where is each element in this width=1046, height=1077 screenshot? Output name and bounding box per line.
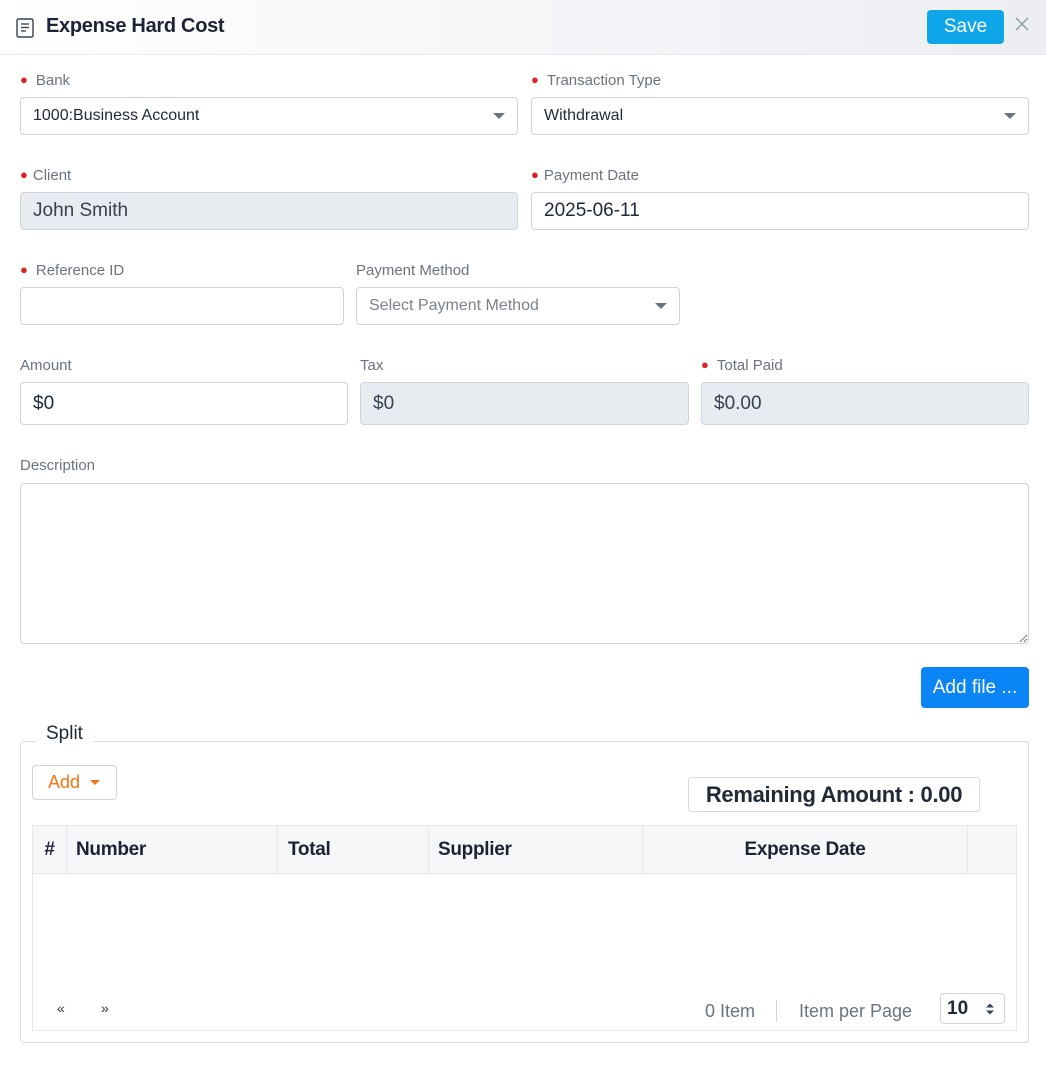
- amount-input[interactable]: $0: [20, 382, 348, 425]
- column-header-total[interactable]: Total: [278, 826, 429, 874]
- required-dot: ●: [701, 357, 709, 372]
- items-per-page-value: 10: [947, 997, 969, 1019]
- add-split-label: Add: [48, 772, 81, 792]
- reference-id-input[interactable]: [20, 287, 344, 325]
- chevron-down-icon: [493, 113, 505, 119]
- bank-label: ● Bank: [20, 72, 71, 89]
- column-header-supplier[interactable]: Supplier: [429, 826, 643, 874]
- items-per-page-label: Item per Page: [799, 1001, 913, 1021]
- pager-next[interactable]: »: [101, 1000, 109, 1016]
- bank-select[interactable]: 1000:Business Account: [20, 97, 518, 135]
- dialog-title: Expense Hard Cost: [46, 15, 225, 37]
- split-legend: Split: [36, 723, 93, 745]
- document-icon: [16, 18, 34, 38]
- split-table-header: # Number Total Supplier Expense Date: [33, 826, 1016, 874]
- total-paid-value: $0.00: [714, 392, 762, 414]
- column-header-index[interactable]: #: [33, 826, 67, 874]
- add-file-button[interactable]: Add file ...: [921, 667, 1029, 708]
- required-dot: ●: [531, 72, 539, 87]
- client-value: John Smith: [33, 200, 129, 221]
- transaction-type-select[interactable]: Withdrawal: [531, 97, 1029, 135]
- pager-prev[interactable]: «: [57, 1000, 65, 1016]
- total-paid-field: $0.00: [701, 382, 1029, 425]
- save-button[interactable]: Save: [927, 10, 1004, 44]
- transaction-type-label: ● Transaction Type: [531, 72, 662, 89]
- close-icon[interactable]: [1014, 16, 1030, 32]
- column-header-number[interactable]: Number: [67, 826, 278, 874]
- item-count: 0 Item: [705, 1001, 756, 1021]
- caret-down-icon: [90, 780, 101, 785]
- payment-date-label: ● Payment Date: [531, 167, 639, 184]
- tax-label: Tax: [360, 357, 384, 374]
- payment-method-label: Payment Method: [356, 262, 470, 279]
- payment-method-placeholder: Select Payment Method: [369, 297, 539, 314]
- description-textarea[interactable]: [20, 483, 1029, 644]
- required-dot: ●: [531, 167, 539, 182]
- remaining-amount: Remaining Amount : 0.00: [688, 777, 980, 812]
- payment-date-input[interactable]: 2025-06-11: [531, 192, 1029, 230]
- amount-value: $0: [33, 392, 55, 414]
- required-dot: ●: [20, 167, 28, 182]
- tax-field: $0: [360, 382, 689, 425]
- required-dot: ●: [20, 262, 28, 277]
- add-split-dropdown-button[interactable]: Add: [32, 765, 117, 800]
- payment-method-select[interactable]: Select Payment Method: [356, 287, 680, 325]
- column-header-expense-date[interactable]: Expense Date: [643, 826, 968, 874]
- chevron-down-icon: [1004, 113, 1016, 119]
- total-paid-label: ● Total Paid: [701, 357, 783, 374]
- required-dot: ●: [20, 72, 28, 87]
- dialog-header: Expense Hard Cost Save: [0, 0, 1046, 55]
- sort-updown-icon: [986, 1003, 994, 1015]
- payment-date-value: 2025-06-11: [544, 200, 640, 221]
- items-per-page-select[interactable]: 10: [940, 993, 1005, 1024]
- chevron-down-icon: [655, 303, 667, 309]
- reference-id-label: ● Reference ID: [20, 262, 125, 279]
- tax-value: $0: [373, 392, 395, 414]
- footer-divider: [776, 1000, 777, 1022]
- bank-select-value: 1000:Business Account: [33, 107, 200, 124]
- amount-label: Amount: [20, 357, 72, 374]
- client-label: ● Client: [20, 167, 72, 184]
- client-field: John Smith: [20, 192, 518, 230]
- transaction-type-value: Withdrawal: [544, 107, 624, 124]
- column-header-actions: [968, 826, 1016, 874]
- description-label: Description: [20, 457, 96, 474]
